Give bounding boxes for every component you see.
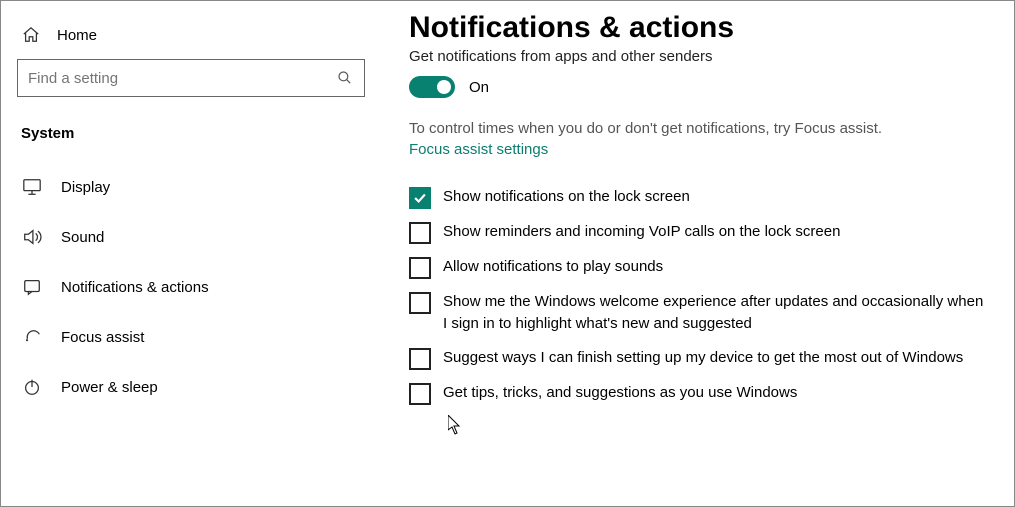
checkbox-label: Suggest ways I can finish setting up my … — [443, 347, 963, 369]
sound-icon — [21, 226, 43, 248]
checkbox-row-3[interactable]: Show me the Windows welcome experience a… — [409, 291, 986, 335]
notifications-toggle-row: On — [409, 76, 986, 98]
display-icon — [21, 176, 43, 198]
sidebar-item-label: Display — [61, 179, 110, 196]
section-subheading: Get notifications from apps and other se… — [409, 46, 986, 65]
category-heading: System — [17, 123, 365, 162]
checkbox-label: Allow notifications to play sounds — [443, 256, 663, 278]
toggle-state-label: On — [469, 79, 489, 96]
sidebar-item-label: Power & sleep — [61, 379, 158, 396]
home-nav[interactable]: Home — [17, 19, 365, 59]
checkbox-label: Show notifications on the lock screen — [443, 186, 690, 208]
checkbox-label: Show reminders and incoming VoIP calls o… — [443, 221, 840, 243]
checkbox[interactable] — [409, 348, 431, 370]
search-icon — [336, 69, 354, 87]
checkbox-row-5[interactable]: Get tips, tricks, and suggestions as you… — [409, 382, 986, 405]
checkbox[interactable] — [409, 257, 431, 279]
sidebar-item-focus-assist[interactable]: Focus assist — [17, 312, 365, 362]
help-text: To control times when you do or don't ge… — [409, 118, 986, 139]
sidebar-item-power-sleep[interactable]: Power & sleep — [17, 362, 365, 412]
checkbox-row-4[interactable]: Suggest ways I can finish setting up my … — [409, 347, 986, 370]
home-icon — [21, 25, 41, 45]
checkbox[interactable] — [409, 187, 431, 209]
checkbox-label: Show me the Windows welcome experience a… — [443, 291, 986, 335]
sidebar-item-notifications[interactable]: Notifications & actions — [17, 262, 365, 312]
power-icon — [21, 376, 43, 398]
sidebar-item-label: Sound — [61, 229, 104, 246]
checkbox[interactable] — [409, 292, 431, 314]
page-title: Notifications & actions — [409, 11, 986, 45]
notifications-toggle[interactable] — [409, 76, 455, 98]
checkbox[interactable] — [409, 383, 431, 405]
notifications-icon — [21, 276, 43, 298]
search-input[interactable] — [28, 70, 336, 87]
checkbox-row-0[interactable]: Show notifications on the lock screen — [409, 186, 986, 209]
focus-assist-link[interactable]: Focus assist settings — [409, 141, 548, 158]
checkbox[interactable] — [409, 222, 431, 244]
sidebar-item-label: Focus assist — [61, 329, 144, 346]
sidebar-item-sound[interactable]: Sound — [17, 212, 365, 262]
sidebar-item-label: Notifications & actions — [61, 279, 209, 296]
checkbox-label: Get tips, tricks, and suggestions as you… — [443, 382, 797, 404]
focus-assist-icon — [21, 326, 43, 348]
main-content: Notifications & actions Get notification… — [381, 1, 1014, 506]
sidebar: Home System Display Sound Notification — [1, 1, 381, 506]
checkbox-row-2[interactable]: Allow notifications to play sounds — [409, 256, 986, 279]
search-box[interactable] — [17, 59, 365, 97]
home-label: Home — [57, 27, 97, 44]
sidebar-item-display[interactable]: Display — [17, 162, 365, 212]
checkbox-row-1[interactable]: Show reminders and incoming VoIP calls o… — [409, 221, 986, 244]
